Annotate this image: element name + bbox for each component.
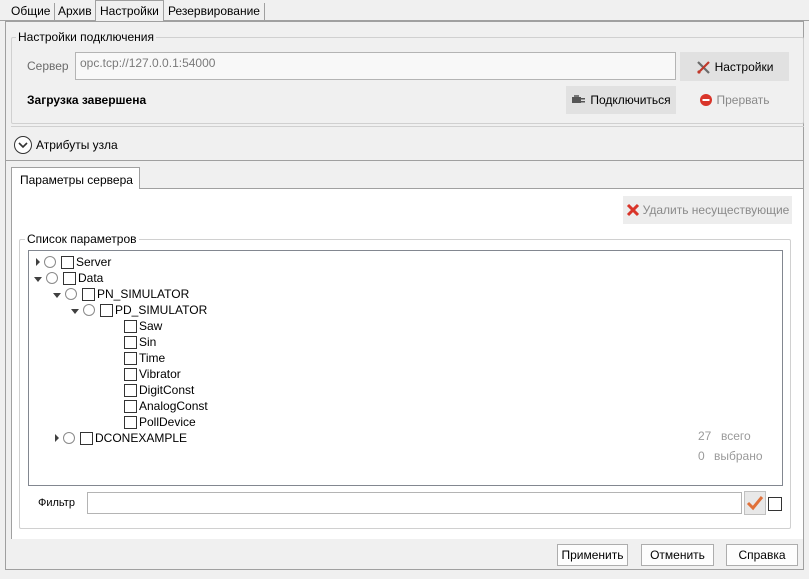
abort-button-label: Прервать bbox=[716, 93, 770, 107]
collapse-icon[interactable] bbox=[34, 276, 42, 282]
tab-server-params[interactable]: Параметры сервера bbox=[11, 167, 140, 189]
tree-node-label: Time bbox=[139, 351, 166, 365]
checkmark-icon bbox=[746, 496, 764, 511]
tree-node-data[interactable]: Data bbox=[34, 270, 103, 286]
tree-node-pd-simulator[interactable]: PD_SIMULATOR bbox=[71, 302, 207, 318]
tree-radio[interactable] bbox=[63, 432, 75, 444]
filter-input[interactable] bbox=[87, 492, 742, 514]
tree-radio[interactable] bbox=[46, 272, 58, 284]
help-button[interactable]: Справка bbox=[726, 544, 798, 566]
apply-filter-button[interactable] bbox=[744, 491, 766, 515]
settings-button-label: Настройки bbox=[714, 59, 774, 74]
plug-icon bbox=[571, 93, 587, 107]
tree-node-label: PollDevice bbox=[139, 415, 196, 429]
tab-general[interactable]: Общие bbox=[7, 3, 56, 21]
node-attributes-toggle[interactable] bbox=[14, 136, 32, 154]
chevron-down-icon bbox=[18, 142, 28, 149]
tools-icon bbox=[696, 59, 712, 75]
main-tabstrip: Общие Архив Настройки Резервирование bbox=[0, 0, 809, 22]
tree-checkbox[interactable] bbox=[124, 351, 137, 365]
tree-node-sin[interactable]: Sin bbox=[124, 334, 156, 350]
tree-checkbox[interactable] bbox=[124, 399, 137, 413]
tree-radio[interactable] bbox=[44, 256, 56, 268]
tree-node-label: PN_SIMULATOR bbox=[97, 287, 190, 301]
tree-node-label: PD_SIMULATOR bbox=[115, 303, 208, 317]
tree-node-label: Sin bbox=[139, 335, 157, 349]
tree-node-pn-simulator[interactable]: PN_SIMULATOR bbox=[53, 286, 189, 302]
tree-checkbox[interactable] bbox=[82, 287, 95, 301]
tab-redundancy[interactable]: Резервирование bbox=[164, 3, 265, 21]
tree-node-label: Vibrator bbox=[139, 367, 181, 381]
apply-button[interactable]: Применить bbox=[557, 544, 628, 566]
tree-node-label: Saw bbox=[139, 319, 163, 333]
tree-checkbox[interactable] bbox=[124, 367, 137, 381]
filter-checkbox[interactable] bbox=[768, 497, 782, 511]
abort-button[interactable]: Прервать bbox=[680, 86, 789, 114]
server-input[interactable]: opc.tcp://127.0.0.1:54000 bbox=[75, 52, 676, 80]
expand-icon[interactable] bbox=[55, 434, 59, 442]
tree-checkbox[interactable] bbox=[63, 271, 76, 285]
connect-button-label: Подключиться bbox=[590, 93, 671, 107]
tab-settings[interactable]: Настройки bbox=[95, 0, 164, 22]
tree-node-saw[interactable]: Saw bbox=[124, 318, 162, 334]
divider bbox=[5, 160, 804, 161]
tree-checkbox[interactable] bbox=[124, 415, 137, 429]
tree-node-digitconst[interactable]: DigitConst bbox=[124, 382, 194, 398]
param-list-title: Список параметров bbox=[25, 232, 139, 246]
tree-checkbox[interactable] bbox=[124, 383, 137, 397]
node-attributes-label[interactable]: Атрибуты узла bbox=[36, 138, 118, 152]
connect-button[interactable]: Подключиться bbox=[566, 86, 676, 114]
tree-node-server[interactable]: Server bbox=[36, 254, 111, 270]
server-label: Сервер bbox=[27, 59, 69, 73]
stop-icon bbox=[699, 93, 713, 107]
tree-checkbox[interactable] bbox=[61, 255, 74, 269]
settings-button[interactable]: Настройки bbox=[680, 52, 789, 81]
delete-nonexistent-button[interactable]: Удалить несуществующие bbox=[623, 196, 792, 224]
selected-count: 0 bbox=[698, 449, 705, 463]
total-count: 27 bbox=[698, 429, 712, 443]
tree-node-label: DCONEXAMPLE bbox=[95, 431, 188, 445]
selected-label: выбрано bbox=[714, 449, 763, 463]
delete-x-icon bbox=[626, 203, 640, 217]
tree-node-time[interactable]: Time bbox=[124, 350, 165, 366]
tree-radio[interactable] bbox=[65, 288, 77, 300]
tree-node-label: Data bbox=[78, 271, 104, 285]
filter-label: Фильтр bbox=[38, 497, 75, 509]
tree-checkbox[interactable] bbox=[124, 335, 137, 349]
tree-node-vibrator[interactable]: Vibrator bbox=[124, 366, 181, 382]
tab-archive[interactable]: Архив bbox=[54, 3, 97, 21]
tree-radio[interactable] bbox=[83, 304, 95, 316]
divider bbox=[11, 126, 804, 127]
tree-checkbox[interactable] bbox=[80, 431, 93, 445]
delete-nonexistent-label: Удалить несуществующие bbox=[642, 203, 790, 217]
connection-group-title: Настройки подключения bbox=[16, 30, 156, 44]
expand-icon[interactable] bbox=[36, 258, 40, 266]
total-label: всего bbox=[721, 429, 751, 443]
status-text: Загрузка завершена bbox=[27, 93, 147, 107]
cancel-button[interactable]: Отменить bbox=[641, 544, 714, 566]
collapse-icon[interactable] bbox=[71, 308, 79, 314]
tree-checkbox[interactable] bbox=[100, 303, 113, 317]
collapse-icon[interactable] bbox=[53, 292, 61, 298]
tree-checkbox[interactable] bbox=[124, 319, 137, 333]
tree-node-label: DigitConst bbox=[139, 383, 195, 397]
param-tree[interactable]: Server Data PN_SIMULATOR PD_SIMULATOR Sa… bbox=[28, 250, 783, 486]
tree-node-dconexample[interactable]: DCONEXAMPLE bbox=[55, 430, 187, 446]
tree-node-polldevice[interactable]: PollDevice bbox=[124, 414, 196, 430]
tree-node-label: Server bbox=[76, 255, 112, 269]
tree-node-analogconst[interactable]: AnalogConst bbox=[124, 398, 208, 414]
tree-node-label: AnalogConst bbox=[139, 399, 208, 413]
